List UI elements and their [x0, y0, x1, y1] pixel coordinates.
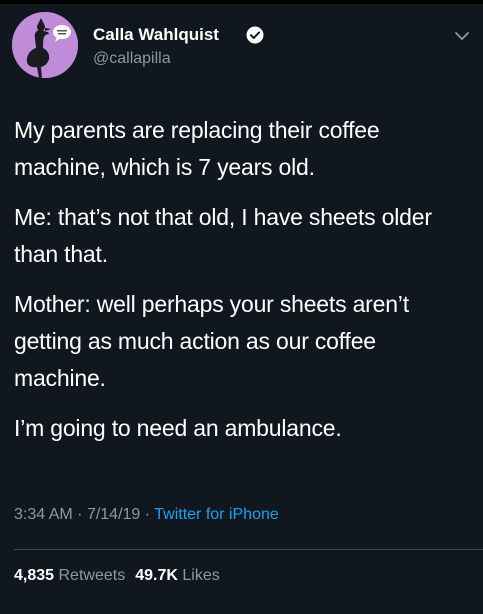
retweets-count: 4,835 [14, 567, 55, 584]
tweet-paragraph: I’m going to need an ambulance. [14, 415, 342, 441]
avatar[interactable] [12, 12, 78, 78]
top-border [0, 0, 483, 4]
chevron-down-icon[interactable] [454, 28, 470, 44]
tweet-date[interactable]: 7/14/19 [87, 506, 140, 523]
tweet-source-link[interactable]: Twitter for iPhone [154, 506, 279, 523]
tweet-paragraph: My parents are replacing their coffee ma… [14, 117, 380, 180]
cassowary-avatar-icon [12, 12, 78, 78]
meta-separator: · [77, 506, 83, 523]
retweets-label: Retweets [58, 567, 126, 584]
likes-count: 49.7K [135, 567, 178, 584]
tweet-paragraph: Me: that’s not that old, I have sheets o… [14, 204, 432, 267]
tweet-time[interactable]: 3:34 AM [14, 506, 73, 523]
tweet-stats: 4,835 Retweets 49.7K Likes [14, 567, 220, 585]
display-name[interactable]: Calla Wahlquist [93, 25, 219, 45]
tweet-card: Calla Wahlquist @callapilla My parents a… [0, 0, 483, 614]
author-handle[interactable]: @callapilla [93, 50, 171, 68]
likes-stat[interactable]: 49.7K Likes [135, 567, 220, 584]
retweets-stat[interactable]: 4,835 Retweets [14, 567, 125, 584]
meta-separator: · [144, 506, 151, 523]
tweet-paragraph: Mother: well perhaps your sheets aren’t … [14, 291, 409, 391]
tweet-meta: 3:34 AM · 7/14/19 · Twitter for iPhone [14, 506, 279, 524]
verified-badge-icon [246, 26, 264, 44]
likes-label: Likes [182, 567, 220, 584]
divider [14, 549, 483, 550]
tweet-text: My parents are replacing their coffee ma… [14, 112, 469, 460]
